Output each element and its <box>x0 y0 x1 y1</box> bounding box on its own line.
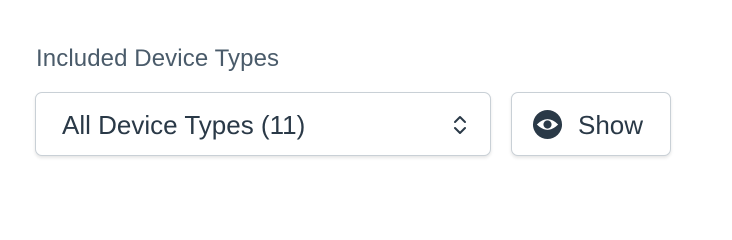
device-types-selected-value: All Device Types (11) <box>62 110 306 140</box>
show-button[interactable]: Show <box>511 92 671 156</box>
device-types-select[interactable]: All Device Types (11) <box>35 92 491 156</box>
chevron-up-down-icon <box>454 116 466 134</box>
included-device-types-label: Included Device Types <box>36 45 280 72</box>
eye-icon <box>532 109 563 140</box>
show-button-label: Show <box>578 110 644 140</box>
